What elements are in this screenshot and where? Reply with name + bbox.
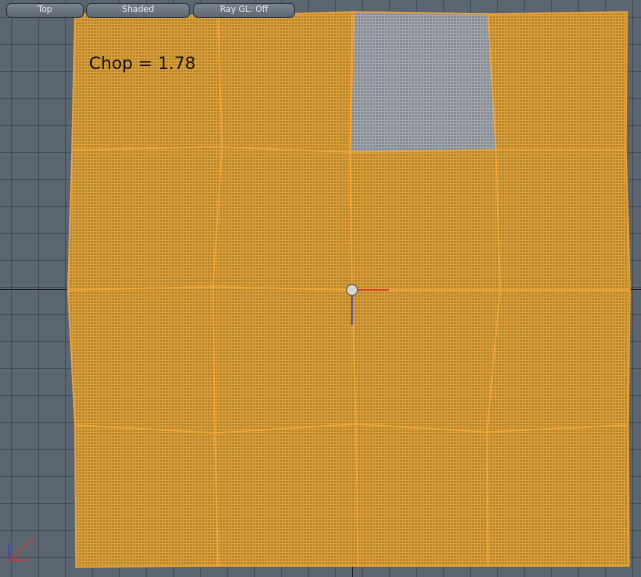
shading-mode-button[interactable]: Shaded xyxy=(86,3,190,18)
subdivided-mesh[interactable] xyxy=(0,0,641,577)
viewport-toolbar: Top Shaded Ray GL: Off xyxy=(0,0,641,18)
unselected-face xyxy=(349,11,497,153)
view-type-button[interactable]: Top xyxy=(6,3,84,18)
axis-gizmo-icon xyxy=(8,537,34,561)
3d-viewport[interactable]: Top Shaded Ray GL: Off Chop = 1.78 xyxy=(0,0,641,577)
raygl-toggle-button[interactable]: Ray GL: Off xyxy=(193,3,295,18)
chop-value-overlay: Chop = 1.78 xyxy=(89,54,196,74)
